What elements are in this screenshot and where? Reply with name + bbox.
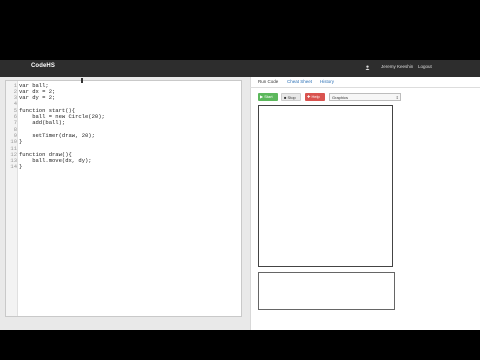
tab-cheat-sheet[interactable]: Cheat Sheet (287, 79, 312, 84)
chevron-updown-icon: ⇕ (395, 95, 399, 100)
help-button[interactable]: ✚ Help (305, 93, 325, 101)
letterbox-bottom (0, 330, 480, 360)
help-icon: ✚ (307, 94, 311, 99)
code-editor[interactable]: 1 var ball; 2 var dx = 2; 3 var dy = 2; 4 5 func… (5, 80, 242, 317)
help-button-label: Help (311, 94, 320, 99)
tab-run-code[interactable]: Run Code (258, 79, 278, 84)
codehs-logo[interactable]: CodeHS (31, 63, 55, 69)
start-button-label: Start (264, 94, 273, 99)
code-line: } (19, 138, 23, 146)
code-line: var dy = 2; (19, 94, 56, 102)
mode-select[interactable]: Graphics ⇕ (329, 93, 401, 101)
code-line: setTimer(draw, 20); (19, 131, 95, 139)
mouse-cursor (81, 78, 83, 83)
user-name-link[interactable]: Jeremy Keeshin (381, 64, 413, 69)
mode-select-value: Graphics (332, 95, 349, 100)
code-line: ball.move(dx, dy); (19, 157, 92, 165)
code-line: add(ball); (19, 119, 66, 127)
letterbox-top (0, 0, 480, 60)
play-icon: ▶ (260, 94, 264, 99)
line-number: 14 (10, 163, 17, 171)
graphics-canvas[interactable] (258, 105, 393, 267)
output-console[interactable] (258, 272, 395, 310)
start-button[interactable]: ▶ Start (258, 93, 278, 101)
stop-button-label: Stop (287, 95, 296, 100)
user-icon[interactable] (365, 65, 370, 70)
logout-link[interactable]: Logout (418, 64, 432, 69)
stop-button[interactable]: ■ Stop (281, 93, 301, 101)
tab-history[interactable]: History (320, 79, 334, 84)
stop-icon: ■ (284, 95, 287, 100)
code-line: } (19, 163, 23, 171)
panel-tabs (250, 77, 480, 88)
codehs-ide-window: CodeHS Jeremy Keeshin Logout 1 var ball; 2… (0, 0, 480, 360)
